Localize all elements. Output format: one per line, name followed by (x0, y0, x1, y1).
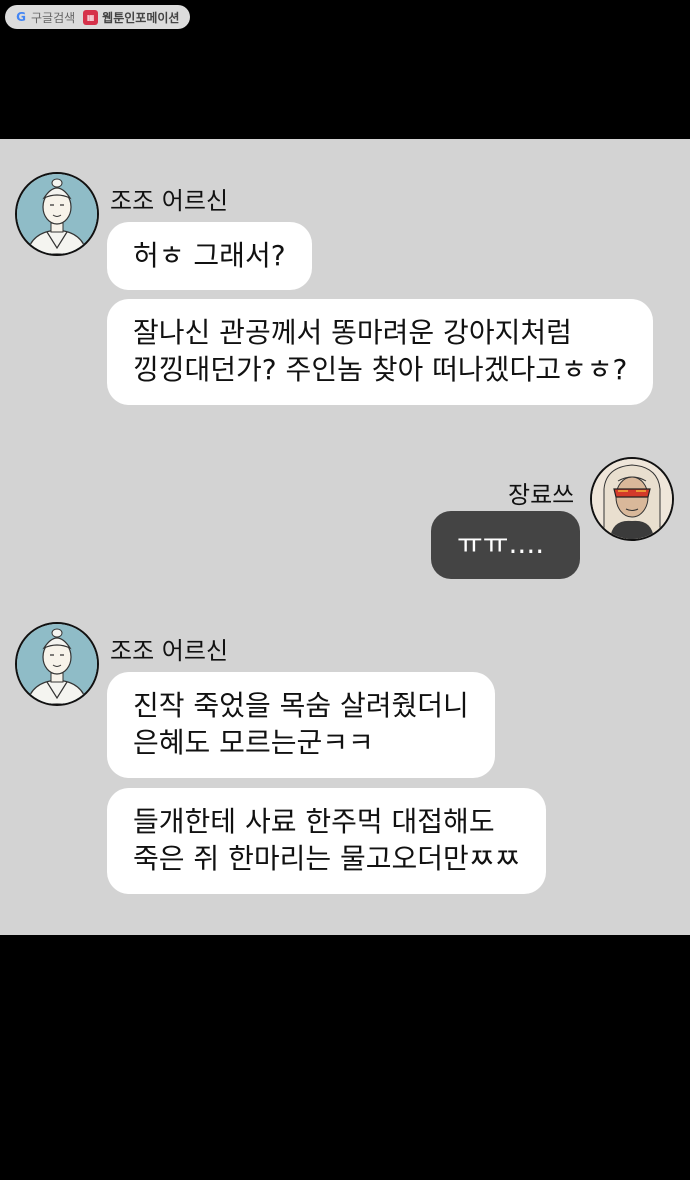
message-line: 들개한테 사료 한주먹 대접해도 (133, 805, 495, 838)
sender-name: 조조 어르신 (110, 187, 229, 215)
google-logo-icon: G (16, 10, 26, 24)
message-line: 진작 죽었을 목숨 살려줬더니 (133, 689, 469, 722)
webtoon-info-logo-icon: ▦ (83, 9, 99, 25)
caocao-avatar (15, 622, 99, 706)
sender-name: 장료쓰 (508, 481, 575, 509)
google-search-label: 구글검색 (31, 10, 76, 25)
elder-portrait-icon (17, 624, 97, 704)
elder-portrait-icon (17, 174, 97, 254)
message-line: 죽은 쥐 한마리는 물고오더만ㅉㅉ (133, 842, 521, 875)
message-bubble-dark: ㅠㅠ.... (431, 511, 580, 579)
message-bubble: 진작 죽었을 목숨 살려줬더니 은혜도 모르는군ㅋㅋ (107, 672, 495, 778)
watermark-badge: G 구글검색 ▦ 웹툰인포메이션 (5, 5, 190, 29)
message-line: ㅠㅠ.... (457, 527, 545, 560)
zhangliao-avatar (590, 457, 674, 541)
message-line: 잘나신 관공께서 똥마려운 강아지처럼 (133, 316, 572, 349)
sender-name: 조조 어르신 (110, 637, 229, 665)
chat-panel: 조조 어르신 허ㅎ 그래서? 잘나신 관공께서 똥마려운 강아지처럼 낑낑대던가… (0, 139, 690, 935)
message-bubble: 잘나신 관공께서 똥마려운 강아지처럼 낑낑대던가? 주인놈 찾아 떠나겠다고ㅎ… (107, 299, 654, 405)
message-line: 낑낑대던가? 주인놈 찾아 떠나겠다고ㅎㅎ? (133, 353, 628, 386)
message-bubble: 허ㅎ 그래서? (107, 222, 312, 290)
message-bubble: 들개한테 사료 한주먹 대접해도 죽은 쥐 한마리는 물고오더만ㅉㅉ (107, 788, 547, 894)
webtoon-info-label: 웹툰인포메이션 (102, 10, 180, 25)
message-line: 허ㅎ 그래서? (133, 239, 286, 272)
sunglasses-man-portrait-icon (592, 459, 672, 539)
message-line: 은혜도 모르는군ㅋㅋ (133, 726, 374, 759)
caocao-avatar (15, 172, 99, 256)
